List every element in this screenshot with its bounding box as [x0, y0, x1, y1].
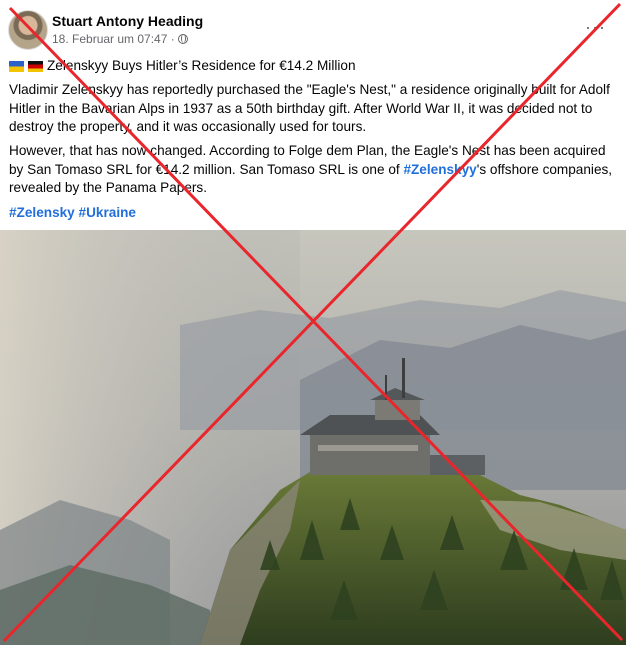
hashtag-zelensky[interactable]: #Zelensky — [9, 205, 75, 220]
facebook-post: Stuart Antony Heading 18. Februar um 07:… — [0, 0, 626, 645]
post-timestamp[interactable]: 18. Februar um 07:47 · — [52, 32, 175, 46]
eagles-nest-photo — [0, 230, 626, 645]
post-title: Zelenskyy Buys Hitler’s Residence for €1… — [9, 57, 615, 76]
hashtag-zelenskyy[interactable]: #Zelenskyy — [403, 162, 476, 177]
author-name[interactable]: Stuart Antony Heading — [52, 13, 203, 29]
hashtag-ukraine[interactable]: #Ukraine — [79, 205, 136, 220]
more-options-icon[interactable]: ··· — [585, 18, 606, 36]
author-avatar[interactable] — [8, 10, 48, 50]
globe-icon — [177, 34, 188, 44]
post-paragraph-2: However, that has now changed. According… — [9, 142, 615, 198]
germany-flag-icon — [28, 60, 43, 72]
post-title-text: Zelenskyy Buys Hitler’s Residence for €1… — [47, 58, 356, 73]
post-meta: 18. Februar um 07:47 · — [52, 32, 188, 46]
ukraine-flag-icon — [9, 60, 24, 72]
post-header: Stuart Antony Heading 18. Februar um 07:… — [8, 10, 618, 50]
post-paragraph-1: Vladimir Zelenskyy has reportedly purcha… — [9, 82, 610, 134]
post-hashtags: #Zelensky #Ukraine — [9, 204, 615, 223]
post-photo[interactable] — [0, 230, 626, 645]
